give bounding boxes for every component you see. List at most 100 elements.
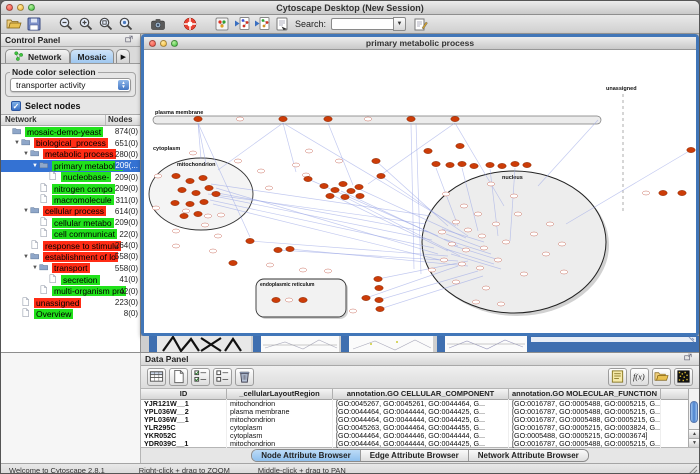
graph-node[interactable] <box>326 193 334 198</box>
tree-row-cellular-metabo[interactable]: cellular metabo209(0) <box>1 217 140 228</box>
graph-node[interactable] <box>331 187 339 192</box>
graph-node[interactable] <box>451 116 459 121</box>
zoom-out-button[interactable] <box>57 16 75 33</box>
graph-node[interactable] <box>186 201 194 206</box>
zoom-fit-button[interactable] <box>97 16 115 33</box>
graph-node[interactable] <box>335 159 342 163</box>
select-nodes-checkbox[interactable]: ✓ <box>11 101 21 111</box>
graph-node[interactable] <box>171 200 179 205</box>
tree-row-response-to-stimulu[interactable]: response to stimulu264(0) <box>1 240 140 251</box>
graph-node[interactable] <box>470 163 478 168</box>
graph-node[interactable] <box>456 143 464 148</box>
scrollbar-thumb[interactable] <box>690 401 698 423</box>
graph-node[interactable] <box>234 159 241 163</box>
search-input[interactable] <box>331 18 393 30</box>
graph-node[interactable] <box>182 209 189 213</box>
column-header-2[interactable]: _cellularLayoutRegion <box>227 389 333 399</box>
import-attributes-button[interactable] <box>652 368 671 386</box>
annotation-button[interactable] <box>412 16 430 33</box>
graph-node[interactable] <box>407 116 415 121</box>
tree-row-secretion[interactable]: secretion41(0) <box>1 274 140 285</box>
float-panel-icon[interactable] <box>125 35 136 46</box>
graph-node[interactable] <box>347 188 355 193</box>
plugin-manager-button[interactable] <box>213 16 231 33</box>
graph-node[interactable] <box>304 176 312 181</box>
graph-node[interactable] <box>209 249 216 253</box>
graph-node[interactable] <box>199 175 207 180</box>
tree-row-biological-process[interactable]: ▼biological_process651(0) <box>1 137 140 148</box>
graph-node[interactable] <box>339 181 347 186</box>
column-header-4[interactable]: annotation.GO MOLECULAR_FUNCTION <box>509 389 661 399</box>
graph-node[interactable] <box>458 161 466 166</box>
save-button[interactable] <box>25 16 43 33</box>
graph-node[interactable] <box>194 211 202 216</box>
expand-arrow-icon[interactable]: ▼ <box>22 208 30 214</box>
graph-node[interactable] <box>194 116 202 121</box>
column-header-1[interactable]: ID <box>141 389 227 399</box>
tree-row-multi-organism-pro[interactable]: multi-organism pro42(0) <box>1 285 140 296</box>
graph-node[interactable] <box>217 213 224 217</box>
graph-node[interactable] <box>341 194 349 199</box>
graph-node[interactable] <box>299 268 306 272</box>
graph-node[interactable] <box>492 222 499 226</box>
graph-node[interactable] <box>172 229 179 233</box>
graph-node[interactable] <box>560 270 567 274</box>
graph-node[interactable] <box>205 185 213 190</box>
create-attribute-button[interactable] <box>169 368 188 386</box>
graph-node[interactable] <box>478 234 485 238</box>
graph-node[interactable] <box>272 297 280 302</box>
graph-node[interactable] <box>472 300 479 304</box>
graph-node[interactable] <box>299 297 307 302</box>
graph-node[interactable] <box>200 199 208 204</box>
graph-node[interactable] <box>523 162 531 167</box>
graph-node[interactable] <box>375 285 383 290</box>
graph-node[interactable] <box>362 295 370 300</box>
graph-node[interactable] <box>172 244 179 248</box>
graph-node[interactable] <box>530 232 537 236</box>
graph-node[interactable] <box>152 206 159 210</box>
graph-node[interactable] <box>154 174 161 178</box>
tree-row-transport[interactable]: ▼transport558(0) <box>1 263 140 274</box>
unselect-attributes-button[interactable] <box>213 368 232 386</box>
graph-node[interactable] <box>494 258 501 262</box>
tree-row-macromolecule[interactable]: macromolecule311(0) <box>1 194 140 205</box>
tab-node-attribute-browser[interactable]: Node Attribute Browser <box>252 450 361 461</box>
graph-node[interactable] <box>285 298 292 302</box>
tab-network[interactable]: Network <box>5 49 70 63</box>
expand-arrow-icon[interactable]: ▼ <box>31 265 39 271</box>
tree-row-nitrogen-compo[interactable]: nitrogen compo209(0) <box>1 183 140 194</box>
graph-node[interactable] <box>324 116 332 121</box>
graph-node[interactable] <box>642 191 649 195</box>
tab-network-attribute-browser[interactable]: Network Attribute Browser <box>469 450 588 461</box>
tree-row-primary-metabolic[interactable]: ▼primary metabolic209(... <box>1 160 140 171</box>
graph-node[interactable] <box>452 220 459 224</box>
zoom-selected-button[interactable] <box>117 16 135 33</box>
graph-node[interactable] <box>678 190 686 195</box>
graph-node[interactable] <box>452 280 459 284</box>
graph-node[interactable] <box>442 192 449 196</box>
tree-row-mosaic-demo-yeast[interactable]: mosaic-demo-yeast874(0) <box>1 126 140 137</box>
delete-attribute-button[interactable] <box>235 368 254 386</box>
tree-row-nucleobase-[interactable]: nucleobase-209(0) <box>1 172 140 183</box>
graph-node[interactable] <box>464 228 471 232</box>
graph-node[interactable] <box>266 263 273 267</box>
graph-node[interactable] <box>520 272 527 276</box>
float-panel-icon[interactable] <box>684 353 695 364</box>
graph-node[interactable] <box>460 204 467 208</box>
graph-node[interactable] <box>424 148 432 153</box>
graph-node[interactable] <box>376 306 384 311</box>
attribute-editor-button[interactable] <box>608 368 627 386</box>
graph-node[interactable] <box>186 178 194 183</box>
zoom-in-button[interactable] <box>77 16 95 33</box>
tree-row-cell-communicat[interactable]: cell communicat22(0) <box>1 229 140 240</box>
graph-node[interactable] <box>292 163 299 167</box>
graph-node[interactable] <box>687 147 695 152</box>
graph-node[interactable] <box>374 276 382 281</box>
table-scrollbar[interactable]: ▲ ▼ <box>688 389 699 447</box>
vizmapper-button[interactable] <box>273 16 291 33</box>
graph-node[interactable] <box>446 162 454 167</box>
graph-node[interactable] <box>510 194 517 198</box>
graph-node[interactable] <box>497 302 504 306</box>
graph-node[interactable] <box>372 158 380 163</box>
graph-node[interactable] <box>246 238 254 243</box>
